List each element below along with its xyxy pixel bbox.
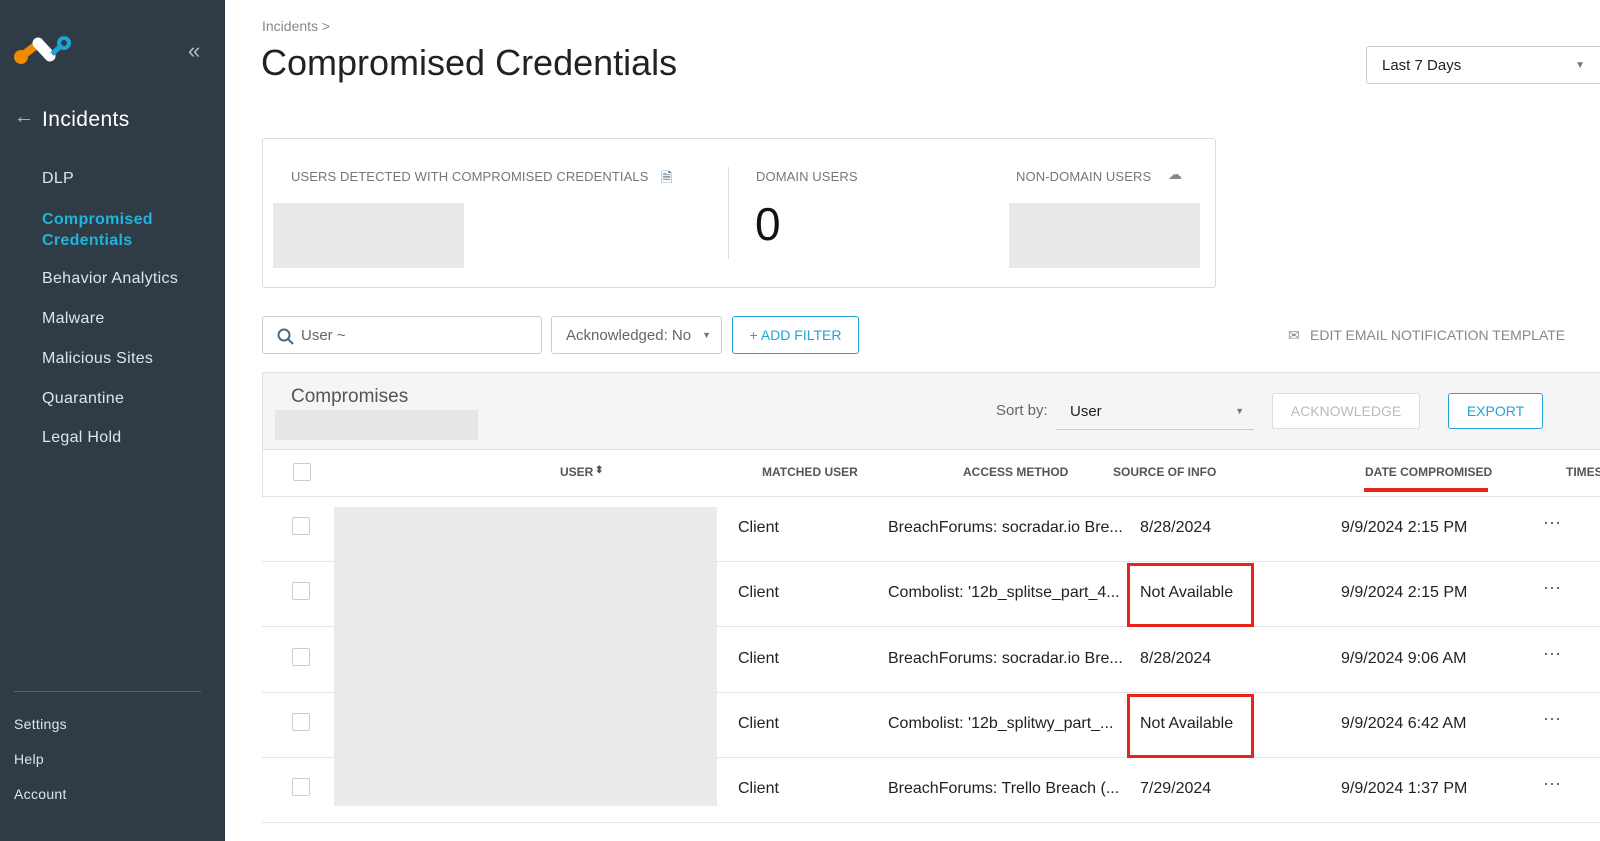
col-date-compromised: DATE COMPROMISED bbox=[1365, 465, 1493, 479]
sidebar-settings[interactable]: Settings bbox=[14, 716, 67, 732]
user-search-input[interactable]: User ~ bbox=[262, 316, 542, 354]
non-domain-users-value-redacted bbox=[1009, 203, 1200, 268]
sidebar-item-behavior-analytics[interactable]: Behavior Analytics bbox=[42, 270, 178, 288]
date-range-select[interactable]: Last 7 Days ▼ bbox=[1366, 46, 1600, 84]
col-matched-user: MATCHED USER bbox=[762, 465, 858, 479]
sidebar-item-malware[interactable]: Malware bbox=[42, 310, 105, 328]
source-of-info: BreachForums: Trello Breach (... bbox=[888, 780, 1120, 798]
more-options-icon[interactable]: ··· bbox=[1543, 577, 1561, 598]
row-checkbox[interactable] bbox=[292, 712, 310, 731]
search-icon bbox=[277, 328, 294, 345]
sidebar-item-legal-hold[interactable]: Legal Hold bbox=[42, 429, 122, 447]
users-detected-label: USERS DETECTED WITH COMPROMISED CREDENTI… bbox=[291, 169, 649, 184]
sidebar-help[interactable]: Help bbox=[14, 751, 44, 767]
col-source-of-info: SOURCE OF INFO bbox=[1113, 465, 1217, 479]
sidebar-back-incidents[interactable]: Incidents bbox=[42, 108, 130, 132]
chevron-down-icon: ▼ bbox=[1575, 59, 1585, 71]
access-method: Client bbox=[738, 584, 779, 602]
compromises-panel: Compromises Sort by: User ▼ ACKNOWLEDGE … bbox=[262, 372, 1600, 450]
source-of-info: Combolist: '12b_splitse_part_4... bbox=[888, 584, 1120, 602]
divider bbox=[728, 167, 729, 259]
page-title: Compromised Credentials bbox=[261, 42, 678, 83]
sort-value: User bbox=[1070, 403, 1102, 420]
sidebar-item-compromised-credentials[interactable]: Compromised Credentials bbox=[42, 209, 192, 251]
chevron-down-icon: ▼ bbox=[702, 330, 711, 340]
more-options-icon[interactable]: ··· bbox=[1543, 708, 1561, 729]
row-checkbox[interactable] bbox=[292, 778, 310, 797]
highlight-box-annotation bbox=[1127, 693, 1254, 758]
source-of-info: BreachForums: socradar.io Bre... bbox=[888, 649, 1123, 667]
add-filter-button[interactable]: + ADD FILTER bbox=[732, 316, 859, 354]
sidebar-item-malicious-sites[interactable]: Malicious Sites bbox=[42, 350, 153, 368]
date-compromised: 7/29/2024 bbox=[1140, 780, 1212, 798]
more-options-icon[interactable]: ··· bbox=[1543, 773, 1561, 794]
access-method: Client bbox=[738, 519, 779, 536]
breadcrumb[interactable]: Incidents > bbox=[262, 18, 330, 34]
date-column-underline-annotation bbox=[1364, 488, 1488, 492]
source-of-info: Combolist: '12b_splitwy_part_... bbox=[888, 714, 1114, 732]
sort-icon[interactable]: ⬍ bbox=[595, 465, 603, 476]
sidebar-item-dlp[interactable]: DLP bbox=[42, 170, 74, 188]
col-timestamp: TIMESTAMP bbox=[1566, 465, 1600, 479]
edit-email-template-link[interactable]: EDIT EMAIL NOTIFICATION TEMPLATE bbox=[1310, 327, 1565, 343]
sidebar: « ← Incidents DLP Compromised Credential… bbox=[0, 0, 225, 841]
panel-title: Compromises bbox=[291, 386, 409, 407]
row-checkbox[interactable] bbox=[292, 517, 310, 535]
logo-icon bbox=[14, 36, 71, 64]
col-access-method: ACCESS METHOD bbox=[963, 465, 1069, 479]
count-redacted bbox=[275, 410, 478, 440]
summary-card: USERS DETECTED WITH COMPROMISED CREDENTI… bbox=[262, 138, 1216, 288]
chevron-down-icon: ▼ bbox=[1235, 406, 1244, 416]
non-domain-users-label: NON-DOMAIN USERS bbox=[1016, 169, 1152, 184]
collapse-icon[interactable]: « bbox=[188, 38, 200, 64]
sidebar-account[interactable]: Account bbox=[14, 786, 67, 802]
sidebar-divider bbox=[14, 691, 201, 692]
domain-users-value: 0 bbox=[755, 198, 781, 250]
date-compromised: 8/28/2024 bbox=[1140, 649, 1212, 667]
domain-users-label: DOMAIN USERS bbox=[756, 169, 858, 184]
envelope-icon: ✉ bbox=[1288, 327, 1300, 343]
users-detected-value-redacted bbox=[273, 203, 464, 268]
source-of-info: BreachForums: socradar.io Bre... bbox=[888, 519, 1123, 536]
sort-select[interactable]: User ▼ bbox=[1056, 394, 1254, 430]
highlight-box-annotation bbox=[1127, 563, 1254, 628]
date-compromised: 8/28/2024 bbox=[1140, 519, 1212, 536]
acknowledge-button[interactable]: ACKNOWLEDGE bbox=[1272, 393, 1420, 429]
row-checkbox[interactable] bbox=[292, 582, 310, 601]
row-checkbox[interactable] bbox=[292, 647, 310, 666]
export-button[interactable]: EXPORT bbox=[1448, 393, 1543, 429]
document-search-icon: 🗎 bbox=[661, 169, 673, 185]
user-columns-redacted bbox=[334, 507, 717, 806]
more-options-icon[interactable]: ··· bbox=[1543, 512, 1561, 533]
date-range-value: Last 7 Days bbox=[1382, 56, 1462, 74]
select-all-checkbox[interactable] bbox=[293, 463, 311, 481]
acknowledged-value: Acknowledged: No bbox=[566, 326, 692, 344]
more-options-icon[interactable]: ··· bbox=[1543, 643, 1561, 664]
timestamp: 9/9/2024 2:15 PM bbox=[1341, 584, 1468, 602]
timestamp: 9/9/2024 6:42 AM bbox=[1341, 714, 1467, 732]
sidebar-item-quarantine[interactable]: Quarantine bbox=[42, 390, 124, 408]
sort-label: Sort by: bbox=[996, 402, 1048, 419]
access-method: Client bbox=[738, 649, 779, 667]
search-placeholder: User ~ bbox=[301, 326, 346, 344]
timestamp: 9/9/2024 2:15 PM bbox=[1341, 519, 1468, 536]
timestamp: 9/9/2024 1:37 PM bbox=[1341, 780, 1468, 798]
access-method: Client bbox=[738, 780, 779, 798]
back-arrow-icon[interactable]: ← bbox=[14, 106, 34, 129]
acknowledged-filter[interactable]: Acknowledged: No ▼ bbox=[551, 316, 722, 354]
access-method: Client bbox=[738, 714, 779, 732]
col-user[interactable]: USER bbox=[560, 465, 593, 479]
cloud-upload-icon: ☁ bbox=[1168, 166, 1182, 182]
timestamp: 9/9/2024 9:06 AM bbox=[1341, 649, 1467, 667]
